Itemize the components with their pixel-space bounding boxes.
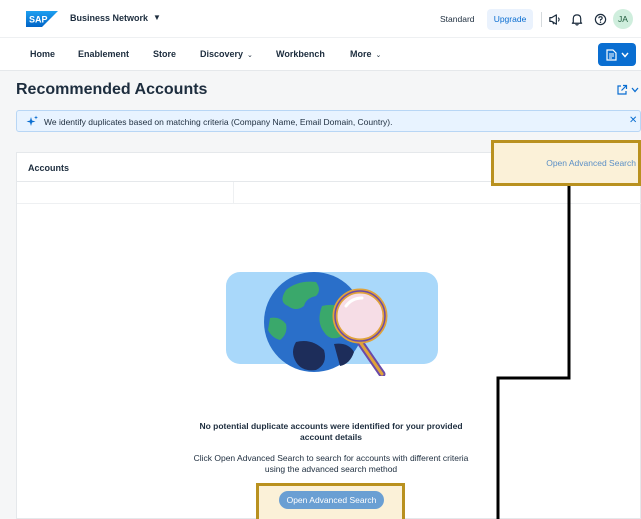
nav-item-enablement-label: Enablement xyxy=(78,49,130,59)
chevron-down-icon: ⌄ xyxy=(375,52,382,59)
chevron-down-icon: ⌄ xyxy=(247,52,253,59)
sap-logo-text: SAP xyxy=(29,15,48,25)
chevron-down-icon xyxy=(620,52,629,58)
nav-item-workbench-label: Workbench xyxy=(276,49,325,59)
empty-state-description-line-1: Click Open Advanced Search to search for… xyxy=(193,453,469,463)
close-icon[interactable]: ✕ xyxy=(629,115,637,126)
info-message-text: We identify duplicates based on matching… xyxy=(44,117,393,127)
open-advanced-search-button[interactable]: Open Advanced Search xyxy=(279,491,384,509)
column-divider xyxy=(233,182,234,203)
open-advanced-search-link[interactable]: Open Advanced Search xyxy=(494,143,638,183)
empty-state-title-line-2: account details xyxy=(300,432,362,442)
empty-state-description: Click Open Advanced Search to search for… xyxy=(171,453,491,475)
empty-state-description-line-2: using the advanced search method xyxy=(264,464,398,474)
upgrade-button[interactable]: Upgrade xyxy=(487,9,533,30)
standard-label[interactable]: Standard xyxy=(440,14,475,24)
create-document-icon xyxy=(605,48,617,61)
nav-item-discovery-label: Discovery xyxy=(200,49,244,59)
create-action-button[interactable] xyxy=(598,43,636,66)
empty-state-title-line-1: No potential duplicate accounts were ide… xyxy=(199,421,463,431)
ai-sparkle-icon xyxy=(26,115,38,126)
announcement-icon[interactable] xyxy=(547,12,561,26)
header-share-menu[interactable] xyxy=(616,84,639,96)
empty-state-title: No potential duplicate accounts were ide… xyxy=(171,421,491,443)
page-title: Recommended Accounts xyxy=(16,81,208,98)
nav-item-more-label: More xyxy=(350,49,372,59)
nav-item-store-label: Store xyxy=(153,49,177,59)
globe-magnifier-illustration xyxy=(226,272,438,376)
notification-bell-icon[interactable] xyxy=(570,12,584,26)
nav-item-more[interactable]: More ⌄ xyxy=(350,49,381,59)
nav-item-discovery[interactable]: Discovery ⌄ xyxy=(200,49,253,59)
nav-item-workbench[interactable]: Workbench xyxy=(276,49,325,59)
nav-item-store[interactable]: Store xyxy=(153,49,176,59)
advanced-search-link-highlight: Open Advanced Search xyxy=(491,140,641,186)
nav-item-home-label: Home xyxy=(30,49,56,59)
help-icon[interactable] xyxy=(593,12,607,26)
shell-bar: SAP Business Network ▼ Standard Upgrade … xyxy=(0,0,641,38)
nav-item-home[interactable]: Home xyxy=(30,49,55,59)
sap-logo[interactable]: SAP xyxy=(26,11,58,27)
accounts-panel-title: Accounts xyxy=(28,163,70,173)
shell-divider xyxy=(541,12,542,27)
top-navigation: Home Enablement Store Discovery ⌄ Workben… xyxy=(0,38,641,71)
user-avatar[interactable]: JA xyxy=(613,9,633,29)
export-icon xyxy=(617,84,628,95)
info-message-strip: We identify duplicates based on matching… xyxy=(16,110,641,132)
nav-item-enablement[interactable]: Enablement xyxy=(78,49,129,59)
product-name[interactable]: Business Network xyxy=(70,13,148,23)
product-switch-caret-icon[interactable]: ▼ xyxy=(153,13,161,22)
chevron-down-icon xyxy=(631,87,639,93)
